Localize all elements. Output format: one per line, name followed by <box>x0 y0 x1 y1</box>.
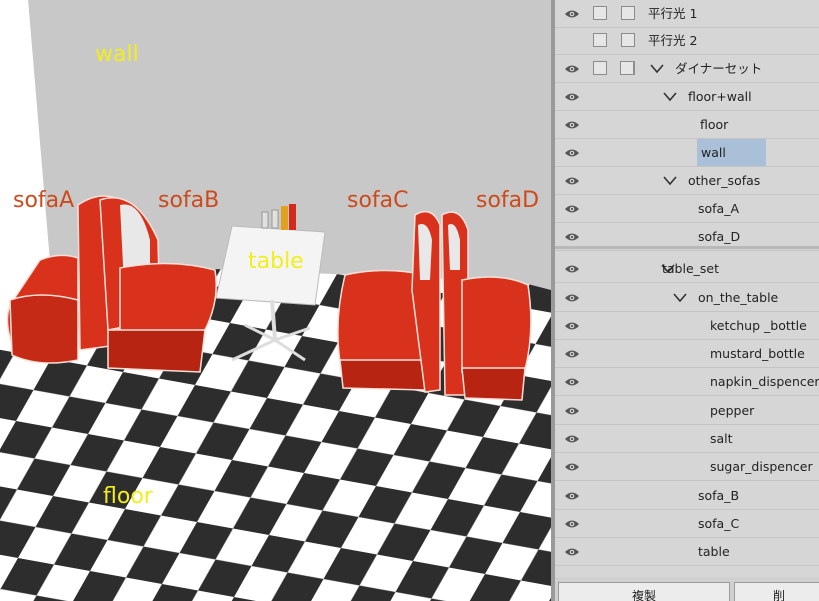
chevron-down-icon[interactable] <box>673 291 687 303</box>
eye-icon[interactable] <box>564 293 580 303</box>
layer-row[interactable]: table_set <box>555 255 819 283</box>
eye-icon[interactable] <box>564 434 580 444</box>
wall-label: wall <box>95 42 139 67</box>
layer-label: salt <box>710 431 733 446</box>
3d-viewport[interactable]: wall sofaA sofaB table sofaC sofaD floor <box>0 0 551 601</box>
layer-panel: 平行光 1 平行光 2 ダイナーセット floor+wall floor wall othe… <box>555 0 819 601</box>
layer-label: mustard_bottle <box>710 346 805 361</box>
eye-icon[interactable] <box>564 406 580 416</box>
layer-checkbox[interactable] <box>621 6 635 20</box>
layer-row[interactable]: pepper <box>555 397 819 425</box>
layer-checkbox[interactable] <box>621 33 635 47</box>
layer-row[interactable]: table <box>555 538 819 566</box>
eye-icon[interactable] <box>564 120 580 130</box>
layer-checkbox[interactable] <box>593 33 607 47</box>
table-label: table <box>248 249 304 274</box>
eye-icon[interactable] <box>564 491 580 501</box>
layer-label: sugar_dispencer <box>710 459 813 474</box>
layer-row[interactable]: 平行光 2 <box>555 27 819 55</box>
layer-label: sofa_B <box>698 488 740 503</box>
layer-row[interactable]: 平行光 1 <box>555 0 819 28</box>
eye-icon[interactable] <box>564 9 580 19</box>
layer-row[interactable]: napkin_dispencer <box>555 368 819 396</box>
layer-checkbox[interactable] <box>593 6 607 20</box>
chevron-down-icon[interactable] <box>663 90 677 102</box>
layer-row[interactable]: floor <box>555 111 819 139</box>
layer-label: napkin_dispencer <box>710 374 819 389</box>
layer-row[interactable]: wall <box>555 139 819 167</box>
panel-buttons: 複製 削 <box>555 577 819 601</box>
eye-icon[interactable] <box>564 92 580 102</box>
eye-icon[interactable] <box>564 321 580 331</box>
layer-label: on_the_table <box>698 290 779 305</box>
layer-label: ダイナーセット <box>675 61 763 76</box>
delete-button[interactable]: 削 <box>734 582 819 601</box>
layer-label: 平行光 2 <box>648 33 698 48</box>
layer-row[interactable]: ダイナーセット <box>555 55 819 83</box>
eye-icon[interactable] <box>564 349 580 359</box>
sofa-c-label: sofaC <box>347 188 409 213</box>
layer-row[interactable]: sofa_B <box>555 482 819 510</box>
layer-label: floor <box>700 117 729 132</box>
eye-icon[interactable] <box>564 547 580 557</box>
layer-label: ketchup _bottle <box>710 318 807 333</box>
layer-checkbox[interactable] <box>620 61 634 75</box>
eye-icon[interactable] <box>564 519 580 529</box>
eye-icon[interactable] <box>564 204 580 214</box>
layer-label: pepper <box>710 403 755 418</box>
eye-icon[interactable] <box>564 264 580 274</box>
layer-checkbox[interactable] <box>593 61 607 75</box>
eye-icon[interactable] <box>564 176 580 186</box>
layer-row[interactable]: ketchup _bottle <box>555 312 819 340</box>
layer-label: other_sofas <box>688 173 761 188</box>
scene-render <box>0 0 551 601</box>
chevron-down-icon[interactable] <box>663 174 677 186</box>
eye-icon[interactable] <box>564 148 580 158</box>
layer-label: table <box>698 544 730 559</box>
chevron-down-icon[interactable] <box>650 62 664 74</box>
layer-row[interactable]: salt <box>555 425 819 453</box>
eye-hidden-icon[interactable] <box>564 36 580 46</box>
layer-row[interactable]: other_sofas <box>555 167 819 195</box>
sofa-a-label: sofaA <box>13 188 75 213</box>
eye-icon[interactable] <box>564 64 580 74</box>
layer-label: sofa_A <box>698 201 740 216</box>
layer-label: sofa_C <box>698 516 740 531</box>
sofa-d-label: sofaD <box>476 188 540 213</box>
layer-row[interactable]: floor+wall <box>555 83 819 111</box>
eye-icon[interactable] <box>564 232 580 242</box>
floor-label: floor <box>103 484 153 509</box>
eye-icon[interactable] <box>564 462 580 472</box>
layer-row[interactable]: sugar_dispencer <box>555 453 819 481</box>
sofa-b-label: sofaB <box>158 188 220 213</box>
eye-icon[interactable] <box>564 377 580 387</box>
duplicate-button[interactable]: 複製 <box>558 582 730 601</box>
layer-row[interactable]: on_the_table <box>555 284 819 312</box>
layer-label: 平行光 1 <box>648 6 698 21</box>
layer-row[interactable]: sofa_C <box>555 510 819 538</box>
layer-label: table_set <box>662 261 720 276</box>
layer-row[interactable]: sofa_A <box>555 195 819 223</box>
section-divider <box>555 246 819 249</box>
layer-label: floor+wall <box>688 89 752 104</box>
layer-row[interactable]: mustard_bottle <box>555 340 819 368</box>
layer-label: wall <box>697 139 766 166</box>
